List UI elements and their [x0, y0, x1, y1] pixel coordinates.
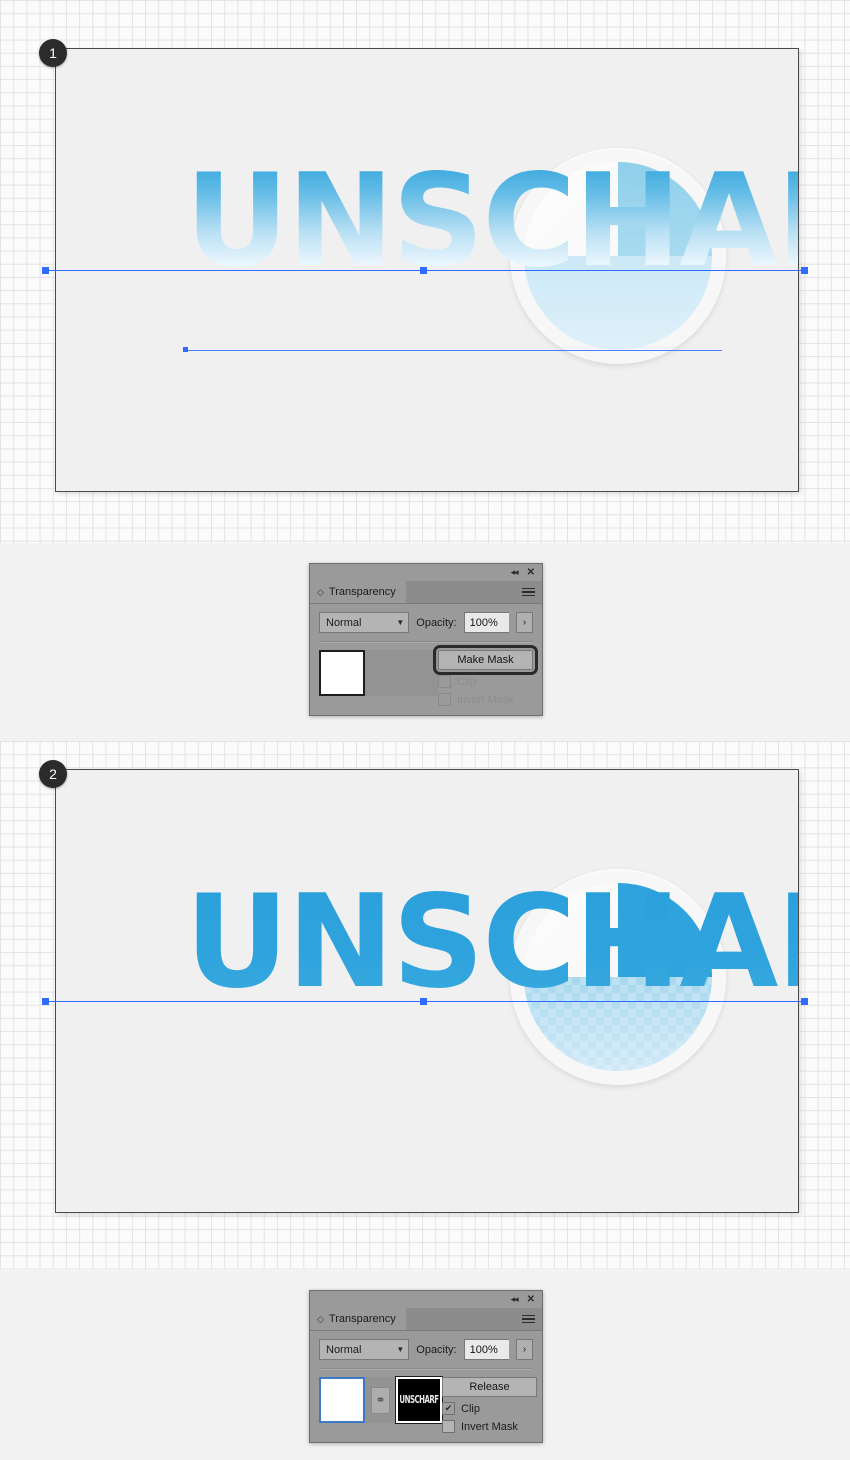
- mask-thumbnail-text-2: UNSCHARF: [399, 1394, 439, 1406]
- mask-thumbnail-2[interactable]: UNSCHARF: [395, 1376, 443, 1424]
- blend-mode-select-2[interactable]: Normal ▼: [319, 1339, 410, 1360]
- wordmark-1[interactable]: UNSCHARF: [185, 158, 799, 286]
- opacity-value-2: 100%: [469, 1343, 498, 1356]
- tab-label-1: Transparency: [328, 586, 396, 598]
- close-icon-1[interactable]: ✕: [527, 567, 535, 578]
- artwork-thumbnail-2[interactable]: [319, 1377, 365, 1423]
- mask-controls-1: Make Mask Clip Invert Mask: [433, 645, 538, 706]
- opacity-row-2: Normal ▼ Opacity: 100% ›: [319, 1339, 533, 1360]
- panel-body-2: Normal ▼ Opacity: 100% › ⚭ UNSCHARF Rele…: [310, 1331, 542, 1442]
- release-button[interactable]: Release: [442, 1377, 537, 1397]
- opacity-label-2: Opacity:: [416, 1343, 457, 1356]
- opacity-stepper-2[interactable]: ›: [516, 1339, 533, 1360]
- selection-anchor-right-2[interactable]: [801, 998, 808, 1005]
- clip-label-2: Clip: [461, 1402, 480, 1415]
- panel-menu-icon-2[interactable]: [522, 1313, 535, 1326]
- step-badge-1: 1: [39, 39, 67, 67]
- make-mask-button[interactable]: Make Mask: [433, 645, 538, 675]
- clip-checkbox-1: [438, 675, 451, 688]
- panel-menu-icon-1[interactable]: [522, 586, 535, 599]
- selection-anchor-left-2[interactable]: [42, 998, 49, 1005]
- blend-mode-value-2: Normal: [326, 1343, 362, 1356]
- link-icon-2[interactable]: ⚭: [371, 1386, 390, 1414]
- panel-topbar-2: ◂◂ ✕: [310, 1291, 542, 1308]
- opacity-row-1: Normal ▼ Opacity: 100% ›: [319, 612, 533, 633]
- selection-anchor-left-1[interactable]: [42, 267, 49, 274]
- collapse-icon-1[interactable]: ◂◂: [511, 568, 519, 577]
- invert-mask-checkbox-1: [438, 693, 451, 706]
- clip-checkbox-row-1: Clip: [438, 675, 476, 688]
- panel-divider-1: [319, 641, 533, 643]
- wordmark-2[interactable]: UNSCHARF: [185, 879, 799, 1007]
- panel-tabrow-1: ◇ Transparency: [310, 581, 542, 604]
- canvas-step-1: UNSCHARF UNSCHARF 1: [0, 0, 850, 543]
- artboard-2[interactable]: UNSCHARF UNSCHARF: [55, 769, 799, 1213]
- panel-topbar-1: ◂◂ ✕: [310, 564, 542, 581]
- invert-mask-label-1: Invert Mask: [457, 693, 514, 706]
- clip-checkbox-row-2: ✔ Clip: [442, 1402, 480, 1415]
- blend-mode-value-1: Normal: [326, 616, 362, 629]
- invert-mask-checkbox-row-2: Invert Mask: [442, 1420, 518, 1433]
- artwork-2: UNSCHARF UNSCHARF: [55, 769, 799, 1213]
- canvas-step-2: UNSCHARF UNSCHARF 2: [0, 741, 850, 1269]
- mask-row-1: Make Mask Clip Invert Mask: [319, 645, 538, 706]
- opacity-input-2[interactable]: 100%: [463, 1339, 510, 1360]
- close-icon-2[interactable]: ✕: [527, 1294, 535, 1305]
- blend-mode-select-1[interactable]: Normal ▼: [319, 612, 410, 633]
- chevron-down-icon-2: ▼: [396, 1345, 405, 1354]
- opacity-input-1[interactable]: 100%: [463, 612, 510, 633]
- tab-transparency-1[interactable]: ◇ Transparency: [310, 581, 406, 603]
- mask-controls-2: Release ✔ Clip Invert Mask: [442, 1377, 537, 1433]
- panel-toggle-icon-2[interactable]: ◇: [317, 1314, 324, 1325]
- clip-label-1: Clip: [457, 675, 476, 688]
- panel-tab-filler-2: [405, 1308, 542, 1330]
- selection-line-reflect-1[interactable]: [185, 350, 722, 351]
- panel-band-2: ◂◂ ✕ ◇ Transparency Normal ▼ Opacity: 10…: [0, 1269, 850, 1460]
- transparency-panel-2[interactable]: ◂◂ ✕ ◇ Transparency Normal ▼ Opacity: 10…: [309, 1290, 543, 1443]
- selection-anchor-mid-1[interactable]: [420, 267, 427, 274]
- selection-anchor-right-1[interactable]: [801, 267, 808, 274]
- tab-label-2: Transparency: [328, 1313, 396, 1325]
- thumbnail-area-1: [319, 650, 438, 696]
- panel-divider-2: [319, 1368, 533, 1370]
- invert-mask-checkbox-2[interactable]: [442, 1420, 455, 1433]
- panel-toggle-icon-1[interactable]: ◇: [317, 587, 324, 598]
- invert-mask-label-2: Invert Mask: [461, 1420, 518, 1433]
- panel-tab-filler-1: [405, 581, 542, 603]
- clip-checkbox-2[interactable]: ✔: [442, 1402, 455, 1415]
- selection-anchor-reflect-left-1[interactable]: [183, 347, 188, 352]
- panel-tabrow-2: ◇ Transparency: [310, 1308, 542, 1331]
- step-badge-2: 2: [39, 760, 67, 788]
- panel-band-1: ◂◂ ✕ ◇ Transparency Normal ▼ Opacity: 10…: [0, 543, 850, 741]
- collapse-icon-2[interactable]: ◂◂: [511, 1295, 519, 1304]
- tab-transparency-2[interactable]: ◇ Transparency: [310, 1308, 406, 1330]
- thumbnail-area-2: ⚭ UNSCHARF: [319, 1376, 443, 1424]
- opacity-stepper-1[interactable]: ›: [516, 612, 533, 633]
- opacity-value-1: 100%: [469, 616, 498, 629]
- mask-row-2: ⚭ UNSCHARF Release ✔ Clip Invert Mask: [319, 1376, 537, 1433]
- panel-body-1: Normal ▼ Opacity: 100% › Make Mask Clip …: [310, 604, 542, 715]
- opacity-label-1: Opacity:: [416, 616, 457, 629]
- selection-anchor-mid-2[interactable]: [420, 998, 427, 1005]
- chevron-down-icon-1: ▼: [396, 618, 405, 627]
- invert-mask-checkbox-row-1: Invert Mask: [438, 693, 514, 706]
- transparency-panel-1[interactable]: ◂◂ ✕ ◇ Transparency Normal ▼ Opacity: 10…: [309, 563, 543, 716]
- artwork-thumbnail-1[interactable]: [319, 650, 365, 696]
